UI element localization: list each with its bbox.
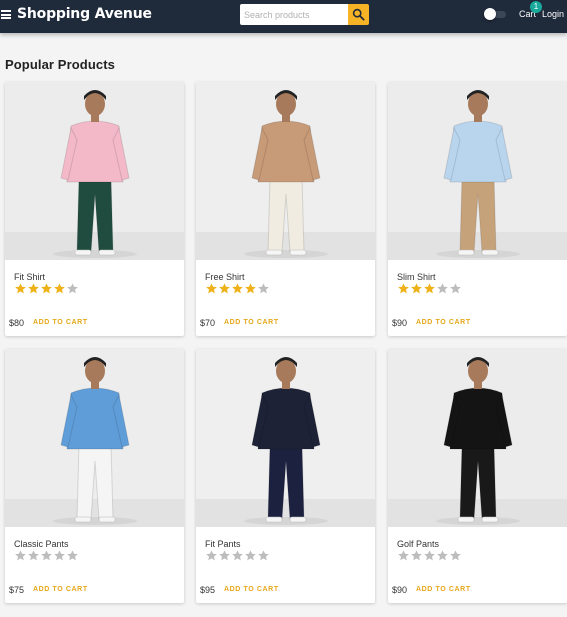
product-name[interactable]: Fit Pants [205,539,241,549]
product-image[interactable] [196,349,375,527]
product-card[interactable]: Golf Pants $90 ADD TO CART [388,349,567,603]
menu-icon[interactable] [1,10,11,19]
star-empty-icon [40,549,53,562]
product-rating [205,549,270,563]
star-empty-icon [205,549,218,562]
star-filled-icon [40,282,53,295]
app-bar: Shopping Avenue Cart 1 Login [0,0,567,33]
star-filled-icon [218,282,231,295]
section-title: Popular Products [5,57,115,72]
product-name[interactable]: Classic Pants [14,539,69,549]
star-empty-icon [410,549,423,562]
brand-title[interactable]: Shopping Avenue [17,6,152,22]
product-rating [397,549,462,563]
star-empty-icon [66,282,79,295]
theme-toggle[interactable] [484,8,506,20]
product-card[interactable]: Fit Pants $95 ADD TO CART [196,349,375,603]
star-filled-icon [423,282,436,295]
product-rating [14,549,79,563]
star-filled-icon [397,282,410,295]
product-rating [397,282,462,296]
product-name[interactable]: Fit Shirt [14,272,45,282]
product-card[interactable]: Fit Shirt $80 ADD TO CART [5,82,184,336]
product-price: $70 [200,318,216,328]
product-price: $75 [9,585,25,595]
add-to-cart-button[interactable]: ADD TO CART [33,586,88,593]
star-empty-icon [423,549,436,562]
product-image[interactable] [388,349,567,527]
product-price: $80 [9,318,25,328]
search-button[interactable] [348,4,369,25]
star-filled-icon [27,282,40,295]
add-to-cart-button[interactable]: ADD TO CART [33,319,88,326]
product-image[interactable] [388,82,567,260]
search-box [240,4,369,25]
product-image[interactable] [5,82,184,260]
star-filled-icon [53,282,66,295]
cart-count-badge: 1 [530,1,542,13]
search-icon [352,8,365,21]
star-empty-icon [14,549,27,562]
star-filled-icon [14,282,27,295]
add-to-cart-button[interactable]: ADD TO CART [416,586,471,593]
star-empty-icon [66,549,79,562]
star-filled-icon [231,282,244,295]
add-to-cart-button[interactable]: ADD TO CART [224,586,279,593]
star-filled-icon [244,282,257,295]
toggle-thumb [484,8,496,20]
star-empty-icon [449,549,462,562]
product-card[interactable]: Slim Shirt $90 ADD TO CART [388,82,567,336]
star-empty-icon [257,282,270,295]
product-price: $90 [392,585,408,595]
add-to-cart-button[interactable]: ADD TO CART [416,319,471,326]
star-empty-icon [257,549,270,562]
product-image[interactable] [196,82,375,260]
star-empty-icon [449,282,462,295]
product-card[interactable]: Classic Pants $75 ADD TO CART [5,349,184,603]
star-filled-icon [205,282,218,295]
product-name[interactable]: Slim Shirt [397,272,436,282]
star-empty-icon [27,549,40,562]
product-rating [205,282,270,296]
star-empty-icon [436,549,449,562]
product-rating [14,282,79,296]
star-empty-icon [244,549,257,562]
product-price: $90 [392,318,408,328]
star-empty-icon [231,549,244,562]
product-price: $95 [200,585,216,595]
product-name[interactable]: Golf Pants [397,539,439,549]
search-input[interactable] [240,4,349,25]
star-empty-icon [436,282,449,295]
add-to-cart-button[interactable]: ADD TO CART [224,319,279,326]
product-image[interactable] [5,349,184,527]
login-link[interactable]: Login [542,9,564,19]
star-empty-icon [218,549,231,562]
star-filled-icon [410,282,423,295]
product-card[interactable]: Free Shirt $70 ADD TO CART [196,82,375,336]
star-empty-icon [397,549,410,562]
star-empty-icon [53,549,66,562]
product-name[interactable]: Free Shirt [205,272,245,282]
